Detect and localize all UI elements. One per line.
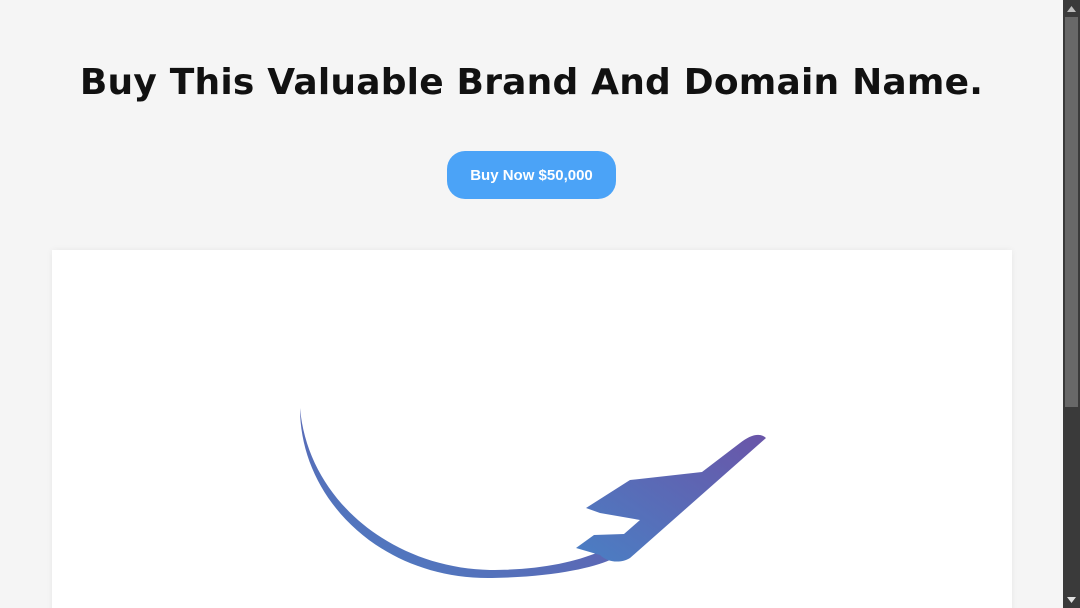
orbit-swoosh [300, 408, 610, 579]
scroll-up-arrow-icon[interactable] [1063, 0, 1080, 17]
buy-now-button[interactable]: Buy Now $50,000 [447, 151, 616, 199]
airplane-orbit-logo-icon [300, 408, 766, 579]
vertical-scrollbar[interactable] [1063, 0, 1080, 608]
scrollbar-thumb[interactable] [1065, 17, 1078, 407]
scroll-down-arrow-icon[interactable] [1063, 591, 1080, 608]
logo-card [52, 250, 1012, 608]
page: Buy This Valuable Brand And Domain Name.… [0, 0, 1063, 608]
page-headline: Buy This Valuable Brand And Domain Name. [79, 62, 984, 103]
airplane-body [576, 434, 766, 562]
